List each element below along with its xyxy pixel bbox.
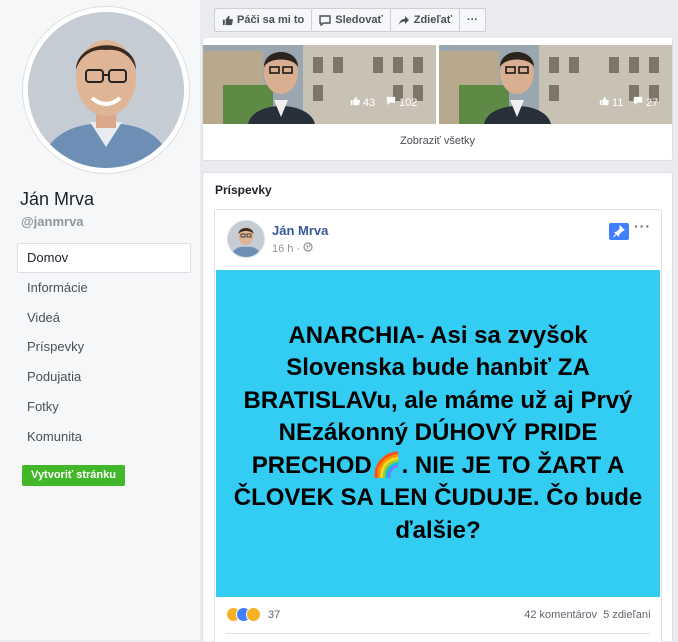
video-likes: 43	[350, 96, 375, 109]
pinned-post-icon	[609, 223, 629, 240]
follow-label: Sledovať	[335, 14, 383, 26]
follow-button[interactable]: Sledovať	[311, 8, 391, 32]
comment-icon	[386, 96, 396, 109]
post-stats: 42 komentárov 5 zdieľaní	[524, 609, 651, 621]
shares-count-link[interactable]: 5 zdieľaní	[603, 609, 651, 621]
page-name[interactable]: Ján Mrva	[20, 189, 94, 210]
more-options-button[interactable]: ···	[458, 8, 486, 32]
thumbs-up-icon	[599, 96, 609, 109]
nav-item-videa[interactable]: Videá	[17, 303, 191, 333]
page-action-bar: Páči sa mi to Sledovať Zdieľať ···	[214, 8, 486, 32]
post-image-text: ANARCHIA- Asi sa zvyšok Slovenska bude h…	[233, 321, 643, 544]
create-page-button[interactable]: Vytvoriť stránku	[22, 465, 125, 486]
comments-count-link[interactable]: 42 komentárov	[524, 609, 597, 621]
post-options-button[interactable]: ···	[634, 218, 651, 234]
post-author-avatar[interactable]	[227, 220, 265, 258]
post-author-name[interactable]: Ján Mrva	[272, 223, 328, 238]
posts-section: Príspevky Ján Mrva 16 h · ··· ANARCHIA- …	[202, 172, 673, 642]
follow-icon	[319, 14, 331, 26]
videos-card: 43 102 11 27 Zobraziť všetky	[202, 38, 673, 161]
share-label: Zdieľať	[413, 14, 452, 26]
reaction-count: 37	[268, 608, 281, 621]
share-icon	[398, 15, 410, 26]
show-all-videos-link[interactable]: Zobraziť všetky	[203, 135, 672, 147]
post-timestamp[interactable]: 16 h ·	[272, 242, 313, 255]
wow-reaction-icon	[246, 607, 261, 622]
page-handle[interactable]: @janmrva	[21, 214, 84, 229]
profile-picture[interactable]	[22, 6, 190, 174]
video-likes-count: 43	[363, 96, 376, 109]
post-time-text: 16 h ·	[272, 242, 301, 255]
video-comments: 102	[386, 96, 417, 109]
nav-item-komunita[interactable]: Komunita	[17, 422, 191, 452]
left-column: Ján Mrva @janmrva Domov Informácie Videá…	[0, 0, 200, 640]
thumbs-up-icon	[350, 96, 360, 109]
comment-icon	[633, 96, 643, 109]
like-page-button[interactable]: Páči sa mi to	[214, 8, 313, 32]
post-image[interactable]: ANARCHIA- Asi sa zvyšok Slovenska bude h…	[216, 270, 660, 597]
video-thumbnail[interactable]: 11 27	[439, 45, 672, 124]
nav-item-fotky[interactable]: Fotky	[17, 392, 191, 422]
globe-icon	[303, 242, 313, 255]
like-label: Páči sa mi to	[237, 14, 305, 26]
nav-item-podujatia[interactable]: Podujatia	[17, 362, 191, 392]
video-likes-count: 11	[612, 96, 624, 109]
profile-avatar-image	[28, 12, 184, 168]
thumbs-up-icon	[222, 15, 233, 26]
nav-item-prispevky[interactable]: Príspevky	[17, 332, 191, 362]
reactions-summary[interactable]: 37	[226, 607, 280, 622]
page-nav: Domov Informácie Videá Príspevky Podujat…	[17, 243, 191, 452]
post: Ján Mrva 16 h · ··· ANARCHIA- Asi sa zvy…	[214, 209, 662, 642]
more-label: ···	[466, 14, 478, 26]
video-thumbnail[interactable]: 43 102	[203, 45, 436, 124]
share-button[interactable]: Zdieľať	[389, 8, 460, 32]
video-comments-count: 102	[399, 96, 418, 109]
video-comments-count: 27	[646, 96, 659, 109]
nav-item-informacie[interactable]: Informácie	[17, 273, 191, 303]
video-comments: 27	[633, 96, 658, 109]
posts-section-title: Príspevky	[215, 183, 272, 197]
video-likes: 11	[599, 96, 623, 109]
post-divider	[226, 633, 650, 634]
nav-item-domov[interactable]: Domov	[17, 243, 191, 273]
